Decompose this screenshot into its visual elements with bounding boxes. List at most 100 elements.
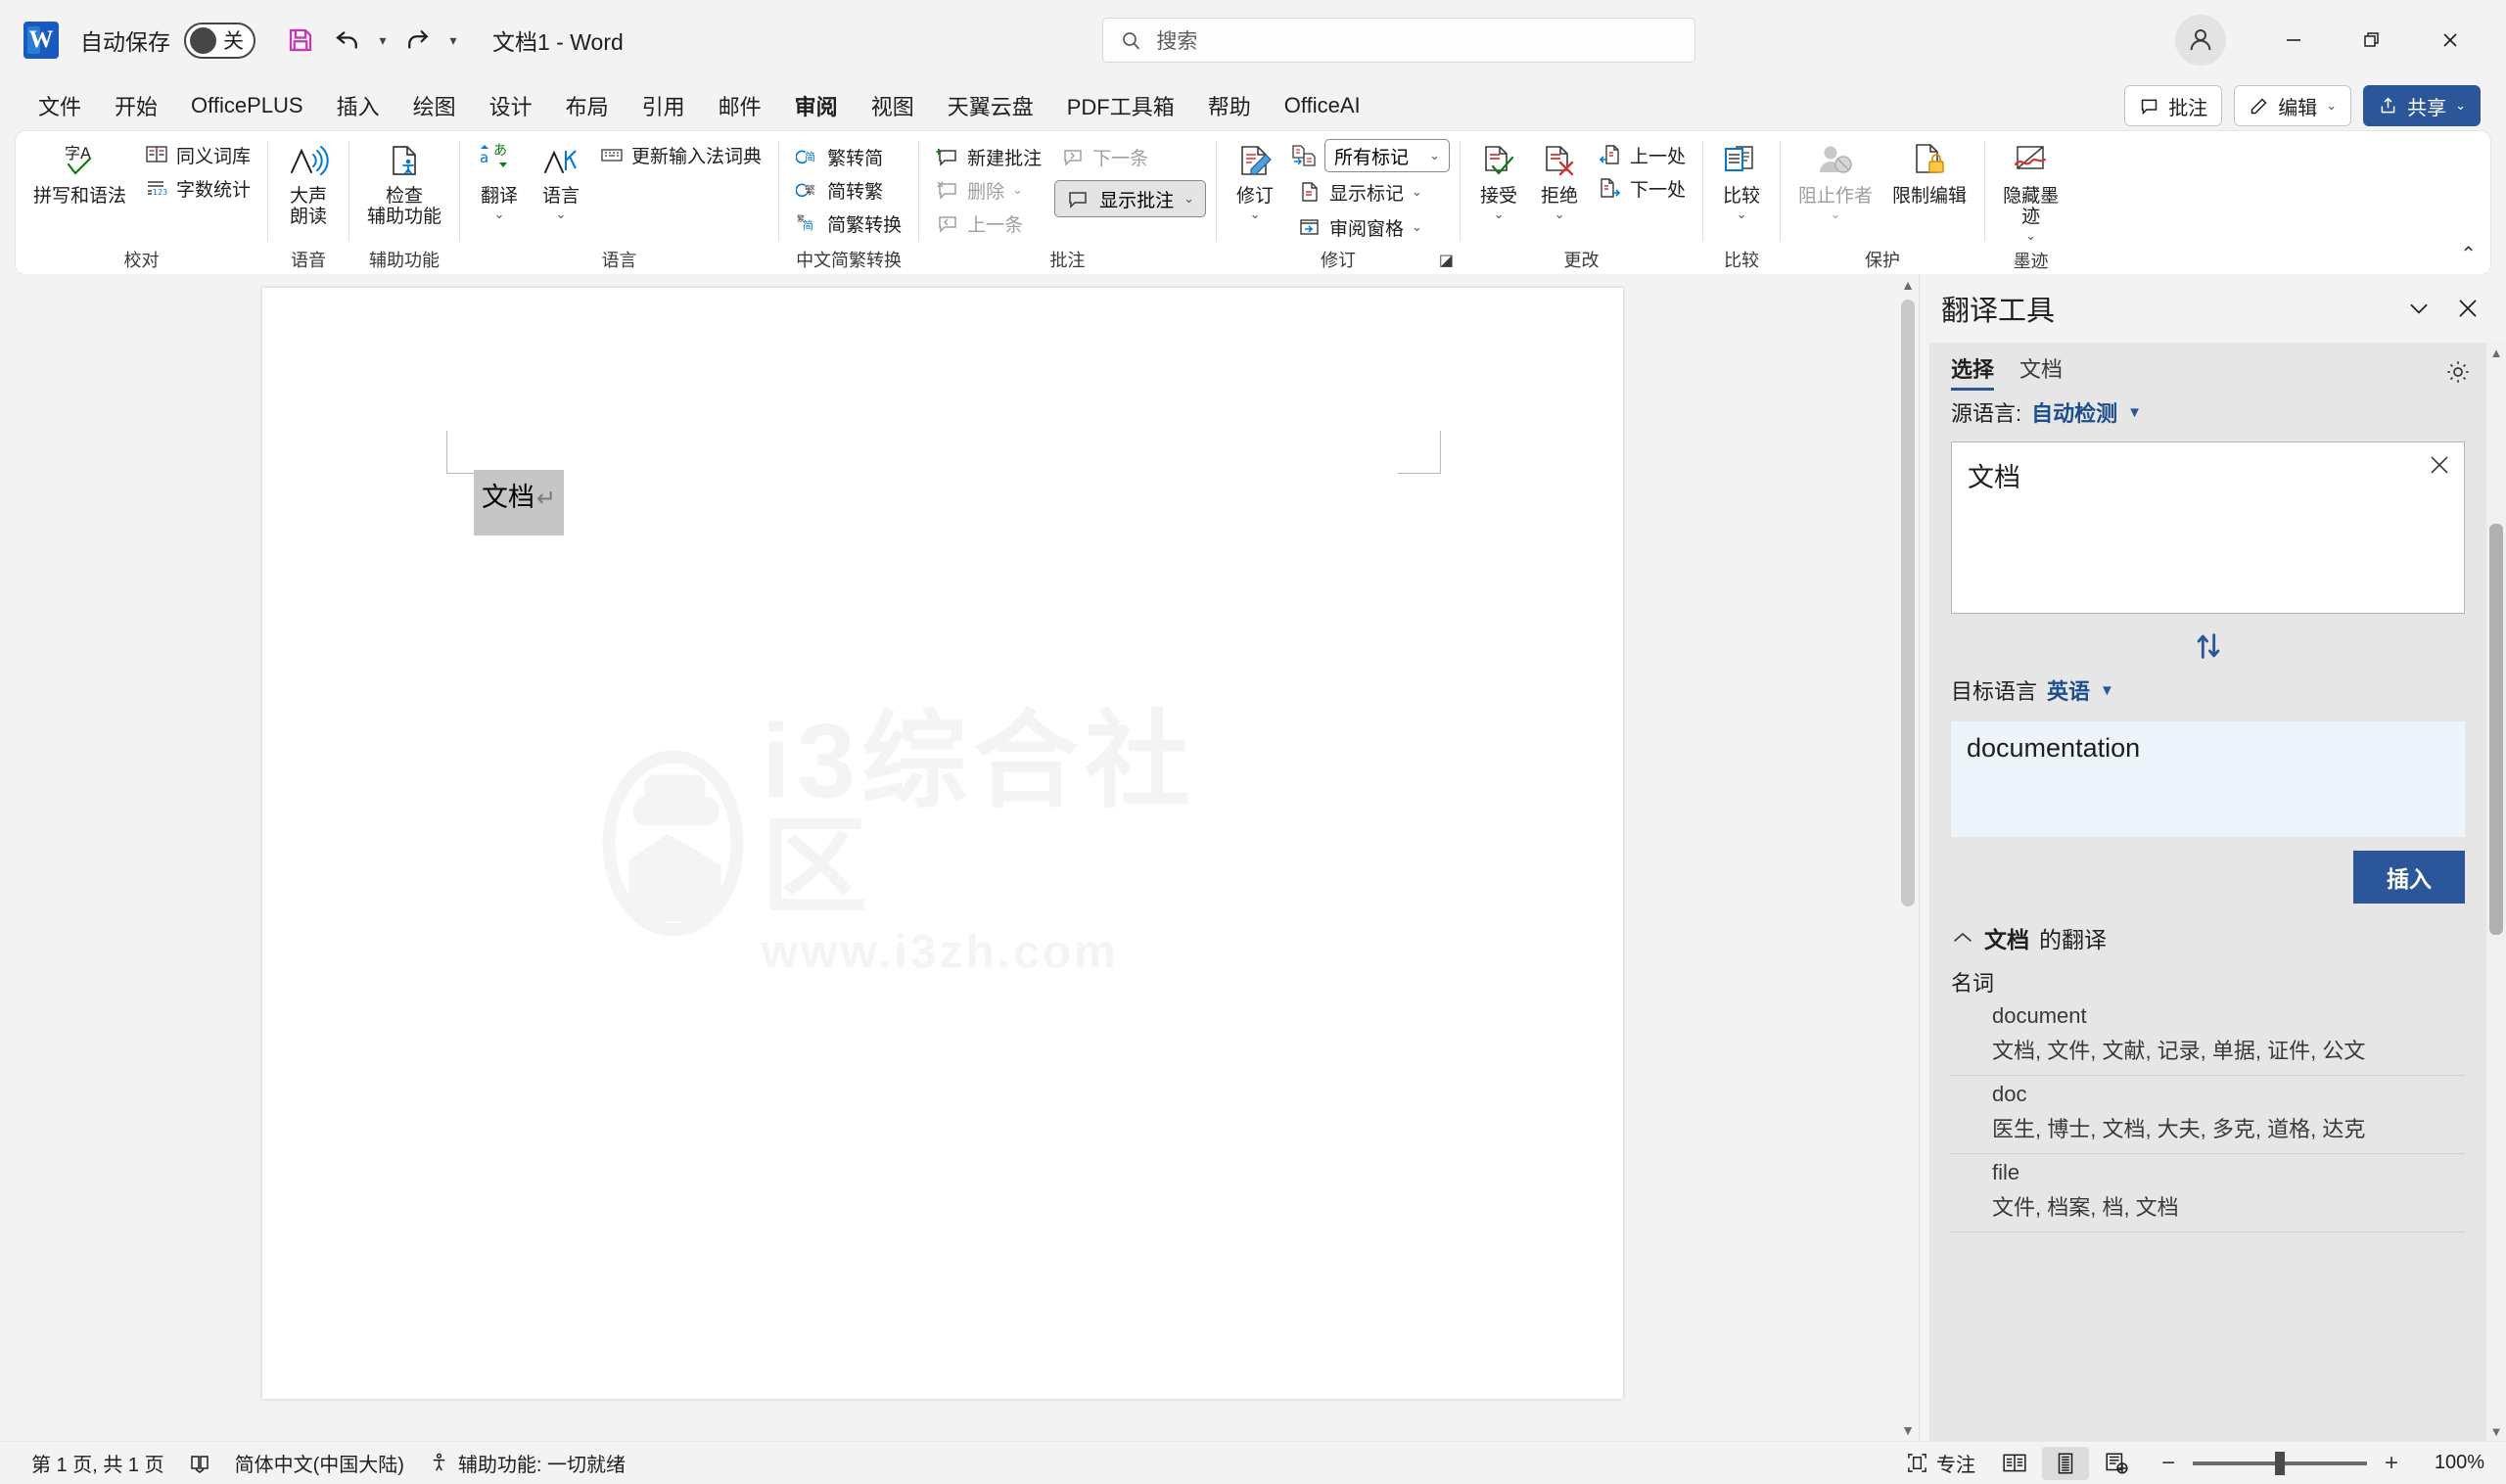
reject-chevron-down-icon[interactable]: ⌄	[1555, 207, 1565, 222]
show-markup-chevron-down-icon[interactable]: ⌄	[1412, 184, 1422, 200]
zoom-in-button[interactable]: +	[2381, 1450, 2402, 1477]
tab-draw[interactable]: 绘图	[396, 84, 473, 127]
language-button[interactable]: 语言 ⌄	[533, 137, 589, 226]
undo-dropdown-chevron-down-icon[interactable]: ▾	[371, 32, 394, 49]
translator-scrollbar[interactable]: ▲ ▼	[2486, 343, 2506, 1441]
save-button[interactable]	[277, 19, 324, 62]
new-comment-button[interactable]: 新建批注	[929, 141, 1048, 172]
show-comments-chevron-down-icon[interactable]: ⌄	[1183, 191, 1194, 207]
pane-scroll-up-arrow-icon[interactable]: ▲	[2490, 343, 2503, 362]
translator-settings-button[interactable]	[2443, 357, 2473, 387]
tab-layout[interactable]: 布局	[549, 84, 626, 127]
translator-tab-document[interactable]: 文档	[2019, 352, 2063, 391]
translator-close-button[interactable]	[2447, 288, 2488, 329]
hide-ink-button[interactable]: 隐藏墨 迹 ⌄	[1995, 137, 2066, 248]
editing-mode-button[interactable]: 编辑 ⌄	[2234, 85, 2352, 126]
tab-pdf-toolbox[interactable]: PDF工具箱	[1050, 84, 1191, 127]
zoom-slider[interactable]	[2193, 1451, 2367, 1475]
tab-help[interactable]: 帮助	[1191, 84, 1268, 127]
focus-mode-button[interactable]: 专注	[1894, 1445, 1987, 1481]
next-change-button[interactable]: 下一处	[1592, 172, 1693, 204]
hide-ink-chevron-down-icon[interactable]: ⌄	[2025, 228, 2036, 244]
language-status-button[interactable]: 简体中文(中国大陆)	[223, 1445, 416, 1481]
scroll-up-arrow-icon[interactable]: ▲	[1901, 274, 1915, 296]
previous-comment-button[interactable]: 上一条	[929, 208, 1048, 239]
reject-change-button[interactable]: 拒绝 ⌄	[1531, 137, 1588, 226]
close-button[interactable]	[2414, 15, 2486, 66]
proofing-status-button[interactable]	[176, 1448, 223, 1479]
restore-button[interactable]	[2336, 15, 2408, 66]
tab-view[interactable]: 视图	[855, 84, 931, 127]
clear-source-button[interactable]	[2427, 452, 2452, 478]
tab-insert[interactable]: 插入	[320, 84, 396, 127]
zoom-out-button[interactable]: −	[2158, 1450, 2179, 1477]
read-aloud-button[interactable]: 大声 朗读	[278, 137, 339, 232]
compare-chevron-down-icon[interactable]: ⌄	[1737, 207, 1747, 222]
previous-change-button[interactable]: 上一处	[1592, 139, 1693, 170]
redo-button[interactable]	[394, 19, 441, 62]
autosave-toggle[interactable]: 关	[184, 22, 255, 59]
tab-mailings[interactable]: 邮件	[702, 84, 778, 127]
accessibility-status-button[interactable]: 辅助功能: 一切就绪	[416, 1445, 637, 1481]
thesaurus-button[interactable]: 同义词库	[138, 139, 257, 170]
search-input[interactable]: 搜索	[1102, 18, 1696, 63]
compare-button[interactable]: 比较 ⌄	[1713, 137, 1770, 226]
simplified-traditional-convert-button[interactable]: 繁 简 简繁转换	[789, 208, 908, 239]
block-authors-button[interactable]: 阻止作者 ⌄	[1790, 137, 1880, 226]
pane-scroll-track[interactable]	[2486, 362, 2506, 1421]
translate-button[interactable]: a あ 翻译 ⌄	[470, 137, 529, 226]
track-changes-button[interactable]: 修订 ⌄	[1227, 137, 1283, 226]
update-ime-dictionary-button[interactable]: 更新输入法词典	[593, 139, 768, 170]
insert-button[interactable]: 插入	[2353, 851, 2465, 904]
tab-design[interactable]: 设计	[473, 84, 549, 127]
page-indicator[interactable]: 第 1 页, 共 1 页	[20, 1445, 176, 1481]
view-read-mode-button[interactable]	[1991, 1447, 2038, 1480]
next-comment-button[interactable]: 下一条	[1054, 141, 1206, 172]
selected-paragraph[interactable]: 文档↵	[474, 470, 565, 535]
zoom-level-label[interactable]: 100%	[2416, 1452, 2484, 1474]
share-button[interactable]: 共享 ⌄	[2363, 85, 2481, 126]
accept-chevron-down-icon[interactable]: ⌄	[1494, 207, 1505, 222]
source-language-chevron-down-icon[interactable]: ▼	[2127, 404, 2142, 421]
customize-qat-chevron-down-icon[interactable]: ▾	[441, 32, 465, 49]
tab-references[interactable]: 引用	[626, 84, 702, 127]
pane-scroll-thumb[interactable]	[2489, 524, 2503, 935]
comments-button[interactable]: 批注	[2124, 85, 2223, 126]
track-changes-chevron-down-icon[interactable]: ⌄	[1250, 207, 1261, 222]
target-language-value[interactable]: 英语	[2047, 674, 2090, 706]
reviewing-pane-chevron-down-icon[interactable]: ⌄	[1412, 219, 1422, 235]
tab-officeplus[interactable]: OfficePLUS	[174, 87, 320, 124]
restrict-editing-button[interactable]: 限制编辑	[1884, 137, 1974, 210]
minimize-button[interactable]	[2257, 15, 2330, 66]
zoom-slider-thumb[interactable]	[2275, 1451, 2285, 1475]
accept-change-button[interactable]: 接受 ⌄	[1470, 137, 1527, 226]
tab-home[interactable]: 开始	[98, 84, 174, 127]
document-scroll-thumb[interactable]	[1901, 300, 1915, 906]
collapse-ribbon-button[interactable]: ⌃	[2460, 242, 2477, 266]
target-language-chevron-down-icon[interactable]: ▼	[2100, 682, 2114, 699]
translator-tab-selection[interactable]: 选择	[1951, 352, 1995, 391]
check-accessibility-button[interactable]: 检查 辅助功能	[359, 137, 449, 232]
reviewing-pane-button[interactable]: 审阅窗格 ⌄	[1291, 211, 1450, 243]
view-web-layout-button[interactable]	[2093, 1447, 2140, 1480]
account-avatar[interactable]	[2175, 15, 2226, 66]
tab-tianyi-cloud[interactable]: 天翼云盘	[931, 84, 1050, 127]
translate-chevron-down-icon[interactable]: ⌄	[494, 207, 505, 222]
markup-display-dropdown[interactable]: 所有标记 ⌄	[1324, 139, 1451, 172]
view-print-layout-button[interactable]	[2042, 1446, 2089, 1480]
scroll-down-arrow-icon[interactable]: ▼	[1901, 1419, 1915, 1441]
language-chevron-down-icon[interactable]: ⌄	[556, 207, 567, 222]
tab-officeai[interactable]: OfficeAI	[1268, 87, 1377, 124]
show-markup-button[interactable]: 显示标记 ⌄	[1291, 176, 1450, 208]
source-text-input[interactable]: 文档	[1951, 441, 2465, 614]
dictionary-header[interactable]: 文档 的翻译	[1929, 904, 2486, 954]
traditional-to-simplified-button[interactable]: 简 繁转简	[789, 141, 908, 172]
undo-button[interactable]	[324, 19, 371, 62]
tracking-dialog-launcher[interactable]: ◪	[1439, 251, 1454, 270]
pane-scroll-down-arrow-icon[interactable]: ▼	[2490, 1421, 2503, 1441]
delete-comment-chevron-down-icon[interactable]: ⌄	[1012, 182, 1023, 198]
translation-result[interactable]: documentation	[1951, 721, 2465, 837]
tab-file[interactable]: 文件	[22, 84, 98, 127]
document-scroll-track[interactable]	[1897, 296, 1919, 1419]
word-count-button[interactable]: 123 字数统计	[138, 172, 257, 204]
